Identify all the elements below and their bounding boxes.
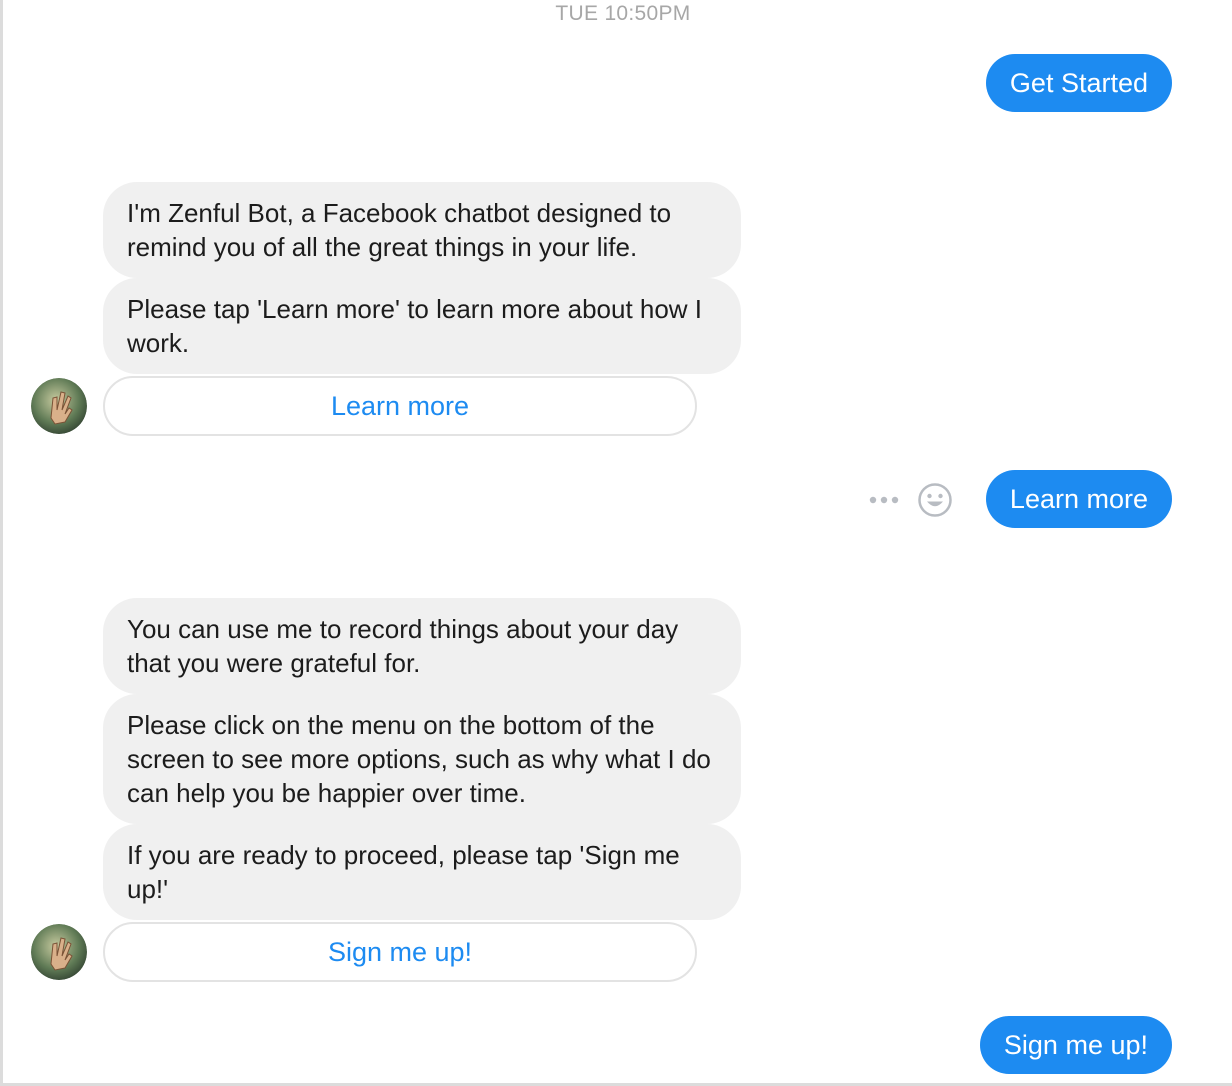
message-hover-actions [867, 482, 957, 518]
bot-message-bubble[interactable]: I'm Zenful Bot, a Facebook chatbot desig… [103, 182, 741, 278]
emoji-reaction-icon[interactable] [917, 482, 953, 523]
learn-more-button[interactable]: Learn more [103, 376, 697, 436]
bot-message-bubble[interactable]: If you are ready to proceed, please tap … [103, 824, 741, 920]
sign-me-up-button[interactable]: Sign me up! [103, 922, 697, 982]
bot-message-bubble[interactable]: Please click on the menu on the bottom o… [103, 694, 741, 824]
avatar-image [31, 924, 87, 980]
bot-message-bubble[interactable]: You can use me to record things about yo… [103, 598, 741, 694]
bot-message-bubble[interactable]: Please tap 'Learn more' to learn more ab… [103, 278, 741, 374]
user-message-bubble[interactable]: Get Started [985, 54, 1172, 112]
avatar-image [31, 378, 87, 434]
conversation-timestamp: TUE 10:50PM [555, 2, 691, 25]
bot-avatar[interactable] [31, 924, 87, 980]
user-message-bubble[interactable]: Learn more [985, 470, 1172, 528]
chat-window: TUE 10:50PM Get Started I'm Zenful Bot, … [0, 0, 1232, 1086]
bot-avatar[interactable] [31, 378, 87, 434]
more-options-icon[interactable] [867, 488, 903, 517]
user-message-bubble[interactable]: Sign me up! [979, 1016, 1172, 1074]
